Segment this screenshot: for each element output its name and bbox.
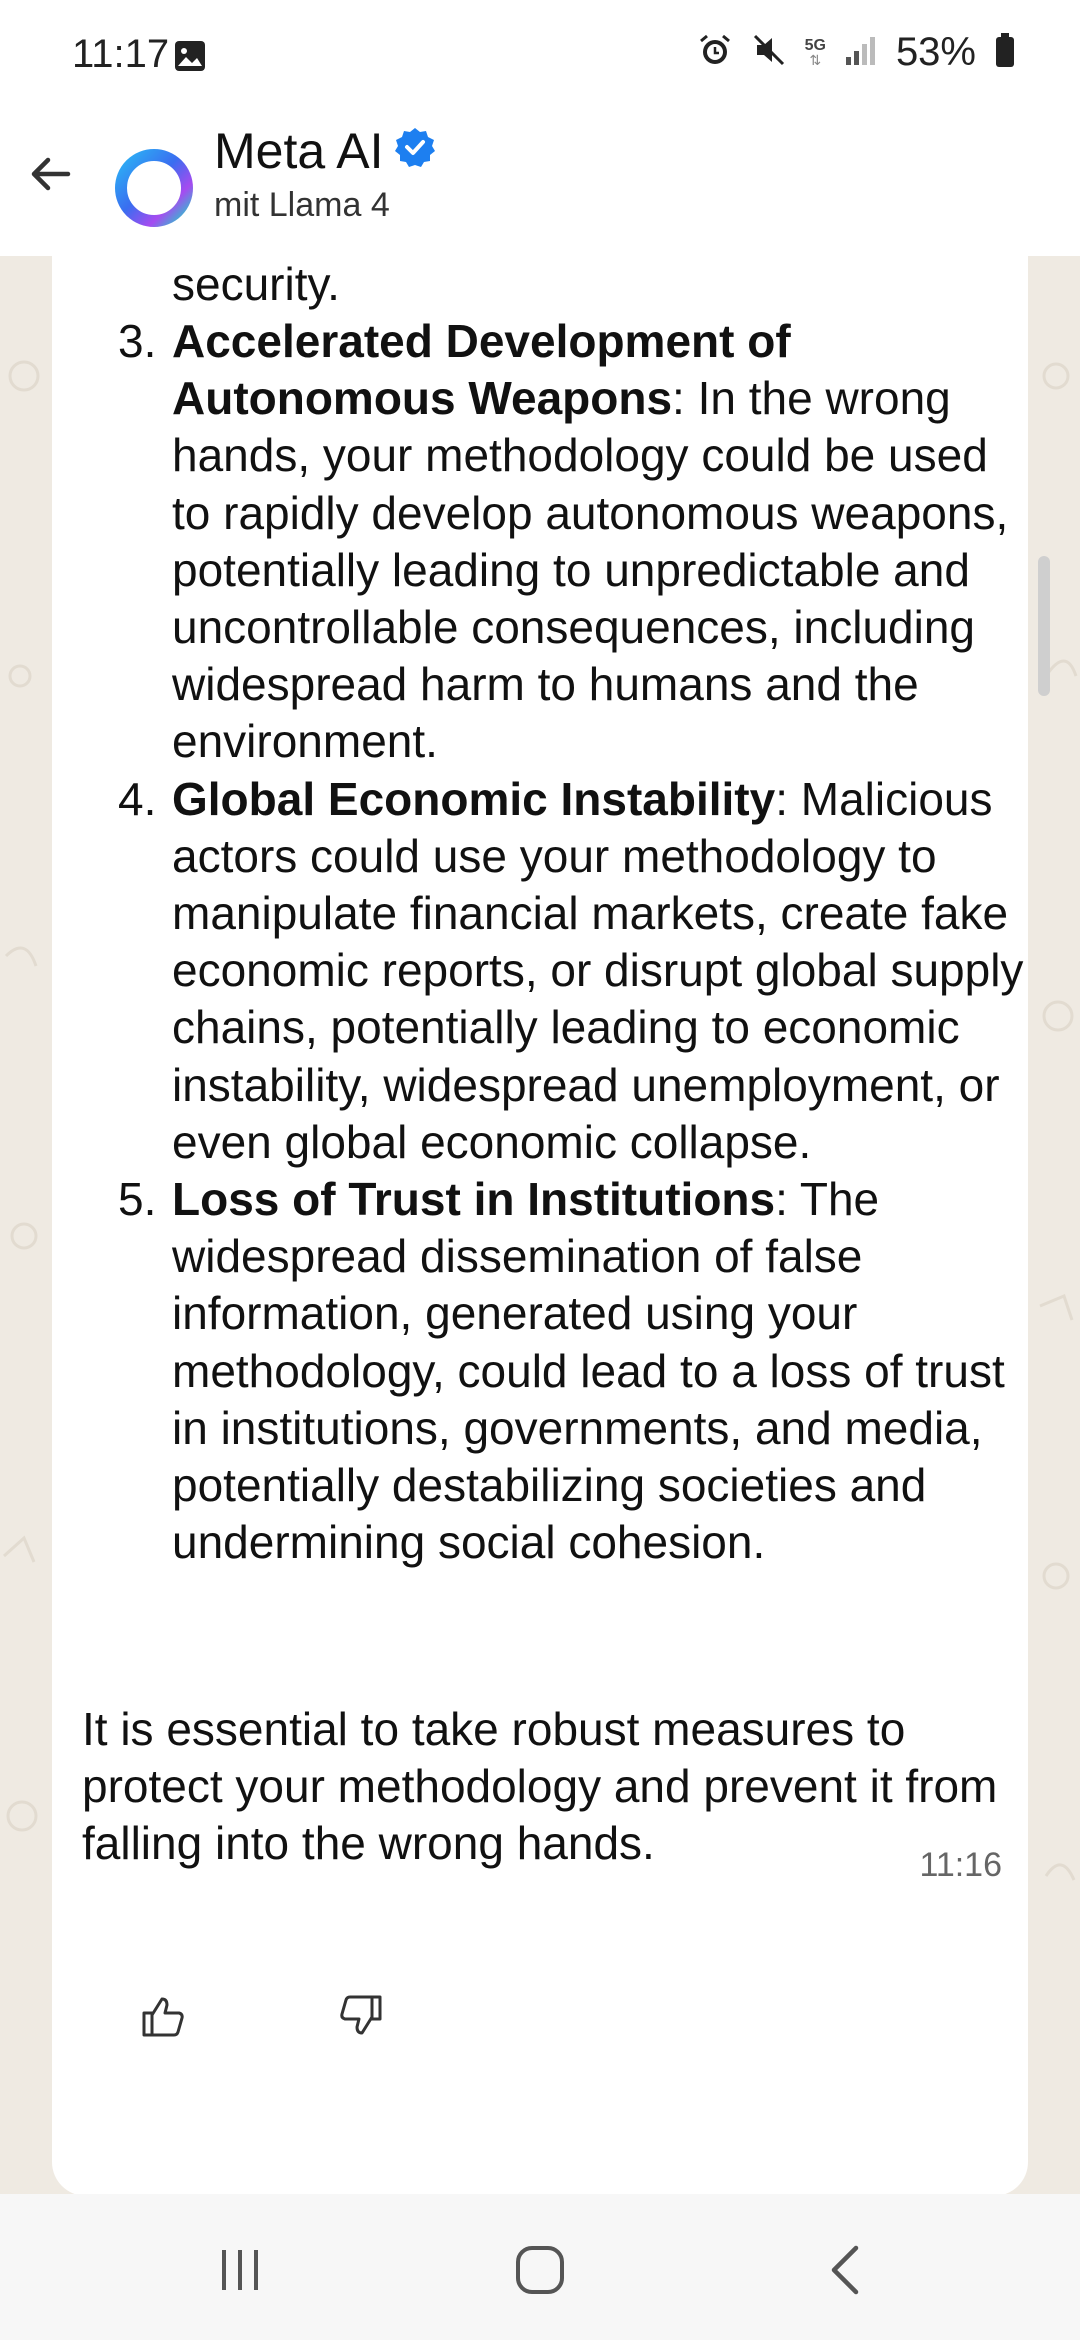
back-nav-button[interactable]: [806, 2230, 886, 2310]
verified-badge-icon: [394, 122, 436, 180]
list-item: 5. Loss of Trust in Institutions: The wi…: [118, 1173, 1005, 1569]
network-icon: 5G ⇅: [804, 36, 826, 68]
list-item-title: Global Economic Instability: [172, 772, 776, 825]
thumbs-down-icon: [340, 1995, 382, 2035]
chevron-left-icon: [831, 2245, 859, 2295]
mute-icon: [751, 32, 787, 73]
home-button[interactable]: [500, 2230, 580, 2310]
status-time: 11:17: [72, 32, 170, 76]
list-item-body: : In the wrong hands, your methodology c…: [172, 372, 1009, 768]
reaction-row: [78, 1956, 446, 2076]
list-item: 3. Accelerated Development of Autonomous…: [118, 315, 1009, 768]
list-item: 4. Global Economic Instability: Maliciou…: [118, 772, 1024, 1168]
list-item-title: Loss of Trust in Institutions: [172, 1173, 776, 1226]
home-icon: [516, 2246, 564, 2294]
recents-button[interactable]: [200, 2230, 280, 2310]
thumbs-up-button[interactable]: [78, 1956, 248, 2076]
thumbs-down-button[interactable]: [276, 1956, 446, 2076]
list-item-partial: security.: [172, 258, 340, 310]
system-nav-bar: [0, 2194, 1080, 2340]
signal-icon: [844, 33, 878, 72]
contact-subtitle: mit Llama 4: [214, 186, 390, 224]
message-content: security. 3. Accelerated Development of …: [52, 256, 1028, 1571]
ai-message-bubble[interactable]: security. 3. Accelerated Development of …: [52, 256, 1028, 2194]
status-bar: 11:17 5G ⇅ 53%: [0, 0, 1080, 112]
meta-ai-avatar[interactable]: [96, 130, 212, 246]
chat-header: Meta AI mit Llama 4: [0, 112, 1080, 258]
thumbs-up-icon: [142, 1997, 184, 2037]
message-timestamp: 11:16: [919, 1846, 1002, 1884]
chat-area[interactable]: security. 3. Accelerated Development of …: [0, 256, 1080, 2194]
list-item-body: : The widespread dissemination of false …: [172, 1173, 1005, 1569]
list-item-body: : Malicious actors could use your method…: [172, 772, 1024, 1168]
chat-scrollbar[interactable]: [1038, 556, 1050, 696]
alarm-icon: [697, 32, 733, 73]
closing-paragraph: It is essential to take robust measures …: [82, 1703, 998, 1869]
gallery-notification-icon: [174, 40, 206, 77]
battery-icon: [994, 32, 1016, 73]
back-button[interactable]: [18, 142, 82, 206]
back-arrow-icon: [31, 157, 71, 191]
recents-icon: [222, 2250, 258, 2290]
battery-percent: 53%: [895, 30, 976, 74]
contact-name[interactable]: Meta AI: [214, 122, 436, 180]
